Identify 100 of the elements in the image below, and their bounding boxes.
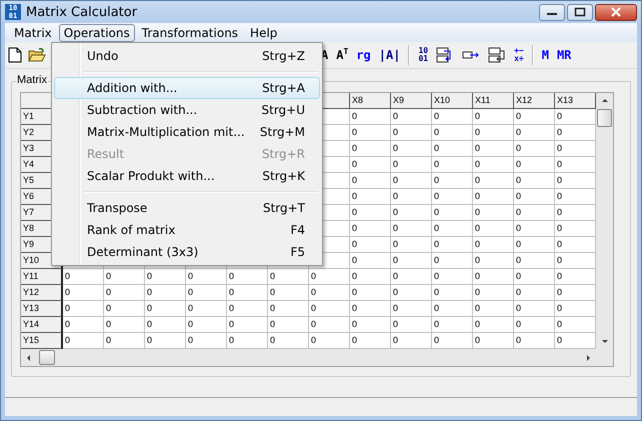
table-cell[interactable]: 0 bbox=[555, 253, 596, 269]
table-cell[interactable]: 0 bbox=[514, 237, 555, 253]
table-cell[interactable]: 0 bbox=[432, 269, 473, 285]
table-cell[interactable]: 0 bbox=[555, 221, 596, 237]
table-cell[interactable]: 0 bbox=[268, 333, 309, 349]
table-cell[interactable]: 0 bbox=[514, 157, 555, 173]
up-arrow-icon[interactable] bbox=[600, 97, 608, 105]
table-cell[interactable]: 0 bbox=[186, 317, 227, 333]
table-cell[interactable]: 0 bbox=[391, 269, 432, 285]
table-cell[interactable]: 0 bbox=[391, 333, 432, 349]
table-cell[interactable]: 0 bbox=[432, 333, 473, 349]
table-cell[interactable]: 0 bbox=[555, 269, 596, 285]
table-cell[interactable]: 0 bbox=[473, 125, 514, 141]
scroll-thumb[interactable] bbox=[39, 350, 55, 365]
table-cell[interactable]: 0 bbox=[432, 205, 473, 221]
table-cell[interactable]: 0 bbox=[268, 301, 309, 317]
table-cell[interactable]: 0 bbox=[350, 141, 391, 157]
table-cell[interactable]: 0 bbox=[350, 109, 391, 125]
table-cell[interactable]: 0 bbox=[432, 173, 473, 189]
table-cell[interactable]: 0 bbox=[350, 205, 391, 221]
table-cell[interactable]: 0 bbox=[432, 221, 473, 237]
table-cell[interactable]: 0 bbox=[227, 301, 268, 317]
table-cell[interactable]: 0 bbox=[145, 285, 186, 301]
table-cell[interactable]: 0 bbox=[432, 157, 473, 173]
new-file-icon[interactable] bbox=[8, 47, 22, 63]
table-cell[interactable]: 0 bbox=[350, 237, 391, 253]
table-cell[interactable]: 0 bbox=[473, 173, 514, 189]
table-cell[interactable]: 0 bbox=[473, 237, 514, 253]
table-cell[interactable]: 0 bbox=[555, 205, 596, 221]
table-cell[interactable]: 0 bbox=[473, 333, 514, 349]
menu-item[interactable]: Transformations bbox=[136, 24, 244, 42]
table-cell[interactable]: 0 bbox=[186, 301, 227, 317]
table-cell[interactable]: 0 bbox=[514, 221, 555, 237]
cell-arrow-icon[interactable] bbox=[462, 50, 480, 60]
table-cell[interactable]: 0 bbox=[432, 125, 473, 141]
table-cell[interactable]: 0 bbox=[350, 285, 391, 301]
table-cell[interactable]: 0 bbox=[350, 333, 391, 349]
folder-icon[interactable] bbox=[28, 48, 46, 62]
table-cell[interactable]: 0 bbox=[555, 109, 596, 125]
table-cell[interactable]: 0 bbox=[473, 141, 514, 157]
table-cell[interactable]: 0 bbox=[104, 285, 145, 301]
menu-option[interactable]: Undo Strg+Z bbox=[54, 45, 320, 67]
table-cell[interactable]: 0 bbox=[391, 237, 432, 253]
table-cell[interactable]: 0 bbox=[63, 269, 104, 285]
table-cell[interactable]: 0 bbox=[227, 317, 268, 333]
table-cell[interactable]: 0 bbox=[473, 301, 514, 317]
table-cell[interactable]: 0 bbox=[514, 317, 555, 333]
toolbar-button[interactable]: rg bbox=[356, 48, 371, 62]
table-cell[interactable]: 0 bbox=[186, 269, 227, 285]
table-cell[interactable]: 0 bbox=[432, 301, 473, 317]
table-cell[interactable]: 0 bbox=[473, 253, 514, 269]
table-cell[interactable]: 0 bbox=[104, 301, 145, 317]
table-cell[interactable]: 0 bbox=[309, 285, 350, 301]
table-cell[interactable]: 0 bbox=[391, 109, 432, 125]
table-cell[interactable]: 0 bbox=[186, 333, 227, 349]
table-cell[interactable]: 0 bbox=[555, 285, 596, 301]
table-cell[interactable]: 0 bbox=[104, 333, 145, 349]
table-cell[interactable]: 0 bbox=[514, 141, 555, 157]
menu-item[interactable]: Matrix bbox=[9, 24, 57, 42]
table-cell[interactable]: 0 bbox=[391, 221, 432, 237]
toolbar-button[interactable]: A$^{T}$ bbox=[336, 48, 348, 62]
table-cell[interactable]: 0 bbox=[473, 205, 514, 221]
table-cell[interactable]: 0 bbox=[555, 173, 596, 189]
table-cell[interactable]: 0 bbox=[514, 173, 555, 189]
table-cell[interactable]: 0 bbox=[145, 317, 186, 333]
table-cell[interactable]: 0 bbox=[350, 269, 391, 285]
table-cell[interactable]: 0 bbox=[514, 269, 555, 285]
table-cell[interactable]: 0 bbox=[309, 301, 350, 317]
left-arrow-icon[interactable] bbox=[25, 354, 33, 362]
table-cell[interactable]: 0 bbox=[104, 269, 145, 285]
right-arrow-icon[interactable] bbox=[584, 354, 592, 362]
table-cell[interactable]: 0 bbox=[514, 189, 555, 205]
table-cell[interactable]: 0 bbox=[63, 301, 104, 317]
table-cell[interactable]: 0 bbox=[391, 301, 432, 317]
table-cell[interactable]: 0 bbox=[473, 221, 514, 237]
table-cell[interactable]: 0 bbox=[227, 269, 268, 285]
table-cell[interactable]: 0 bbox=[350, 125, 391, 141]
table-cell[interactable]: 0 bbox=[473, 189, 514, 205]
table-cell[interactable]: 0 bbox=[391, 173, 432, 189]
table-cell[interactable]: 0 bbox=[391, 317, 432, 333]
toolbar-button[interactable]: +− x÷ bbox=[514, 47, 524, 63]
table-cell[interactable]: 0 bbox=[432, 189, 473, 205]
table-cell[interactable]: 0 bbox=[309, 269, 350, 285]
menu-item[interactable]: Help bbox=[245, 24, 282, 42]
vertical-scrollbar[interactable] bbox=[596, 93, 613, 366]
table-cell[interactable]: 0 bbox=[555, 157, 596, 173]
table-cell[interactable]: 0 bbox=[473, 285, 514, 301]
table-cell[interactable]: 0 bbox=[514, 109, 555, 125]
table-cell[interactable]: 0 bbox=[391, 157, 432, 173]
table-cell[interactable]: 0 bbox=[350, 157, 391, 173]
minimize-button[interactable] bbox=[539, 4, 565, 20]
table-cell[interactable]: 0 bbox=[473, 269, 514, 285]
table-cell[interactable]: 0 bbox=[555, 189, 596, 205]
table-cell[interactable]: 0 bbox=[514, 301, 555, 317]
table-cell[interactable]: 0 bbox=[63, 333, 104, 349]
table-cell[interactable]: 0 bbox=[473, 157, 514, 173]
table-cell[interactable]: 0 bbox=[432, 141, 473, 157]
toolbar-button[interactable]: |A| bbox=[378, 48, 400, 62]
table-cell[interactable]: 0 bbox=[473, 317, 514, 333]
table-cell[interactable]: 0 bbox=[350, 173, 391, 189]
